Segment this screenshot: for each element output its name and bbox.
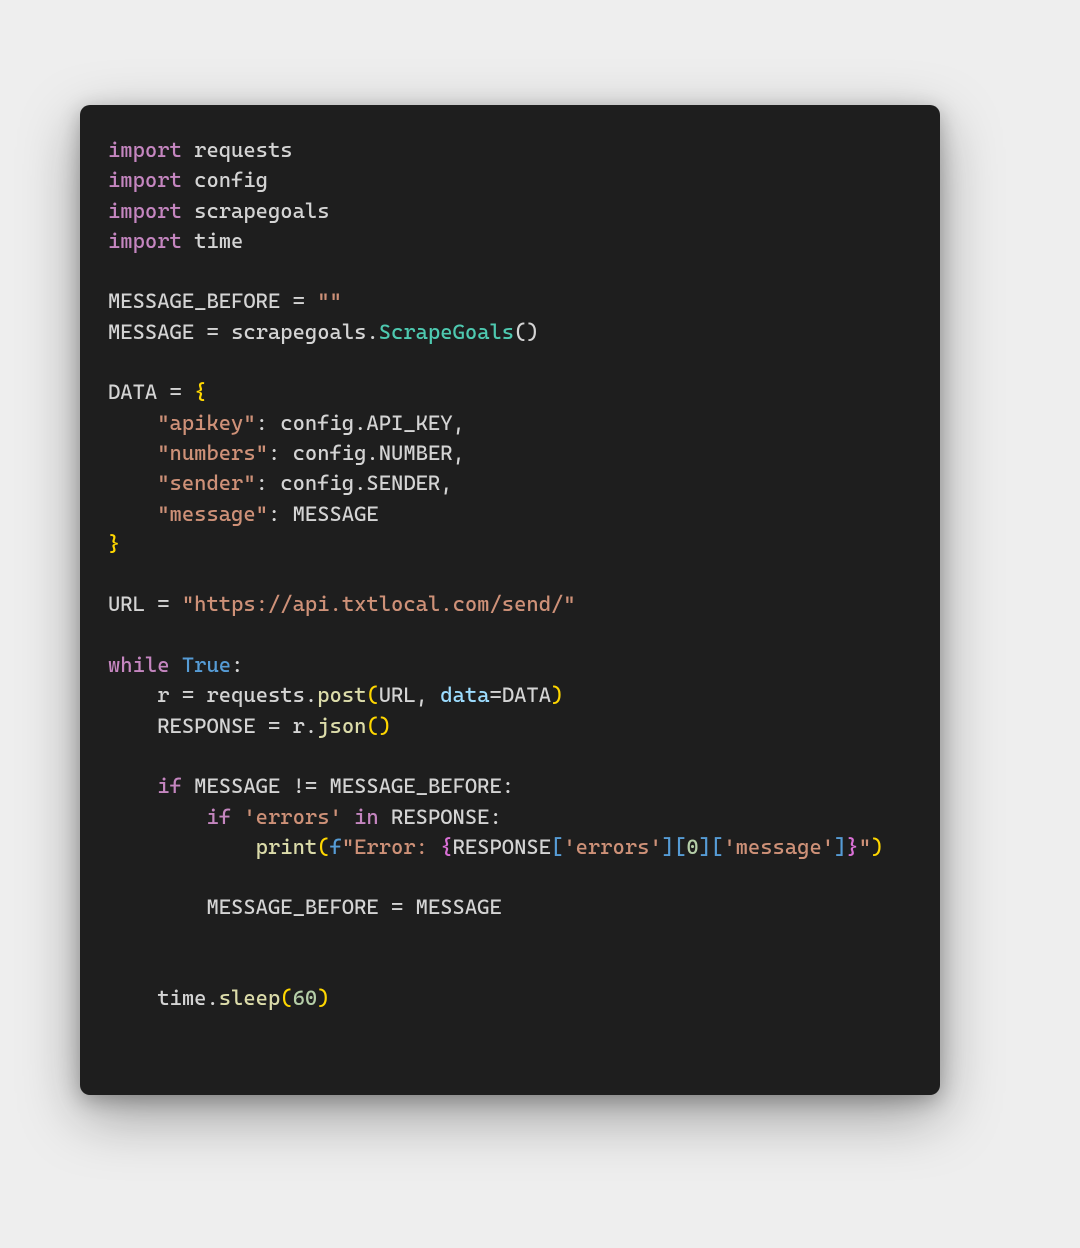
f-prefix: f (330, 835, 342, 859)
rhs-message: MESSAGE (416, 895, 502, 919)
code-card: import requests import config import scr… (80, 105, 940, 1095)
kw-if: if (206, 805, 231, 829)
kw-import: import (108, 229, 182, 253)
ref-response: RESPONSE (391, 805, 489, 829)
lit-errors: 'errors' (243, 805, 341, 829)
fstr-open: "Error: (342, 835, 440, 859)
fn-print: print (256, 835, 318, 859)
var-message: MESSAGE (108, 320, 194, 344)
var-message-before: MESSAGE_BEFORE (108, 289, 280, 313)
var-r: r (157, 683, 169, 707)
key-apikey: "apikey" (157, 411, 255, 435)
lhs-message-before: MESSAGE_BEFORE (206, 895, 378, 919)
key-message: "message" (157, 502, 268, 526)
ref-r: r (293, 714, 305, 738)
kw-if: if (157, 774, 182, 798)
ref-message: MESSAGE (194, 774, 280, 798)
lit-url: "https://api.txtlocal.com/send/" (182, 592, 576, 616)
lit-message: 'message' (723, 835, 834, 859)
kwarg-data: data (440, 683, 489, 707)
kw-import: import (108, 199, 182, 223)
kw-import: import (108, 168, 182, 192)
mod-ref: scrapegoals (231, 320, 366, 344)
code-block: import requests import config import scr… (108, 135, 912, 1014)
key-numbers: "numbers" (157, 441, 268, 465)
lit-empty: "" (317, 289, 342, 313)
var-response: RESPONSE (157, 714, 255, 738)
attr-number: NUMBER (379, 441, 453, 465)
ref-time: time (157, 986, 206, 1010)
mod-config: config (194, 168, 268, 192)
fstr-close: " (859, 835, 871, 859)
class-scrapegoals: ScrapeGoals (379, 320, 514, 344)
mod-scrapegoals: scrapegoals (194, 199, 329, 223)
arg-data: DATA (502, 683, 551, 707)
mod-time: time (194, 229, 243, 253)
kw-import: import (108, 138, 182, 162)
ref-response: RESPONSE (453, 835, 551, 859)
lit-errors: 'errors' (563, 835, 661, 859)
kw-while: while (108, 653, 170, 677)
ref-config: config (280, 471, 354, 495)
val-message: MESSAGE (293, 502, 379, 526)
fn-post: post (317, 683, 366, 707)
kw-in: in (354, 805, 379, 829)
lit-zero: 0 (686, 835, 698, 859)
fn-json: json (317, 714, 366, 738)
fn-sleep: sleep (219, 986, 281, 1010)
bool-true: True (182, 653, 231, 677)
key-sender: "sender" (157, 471, 255, 495)
op-ne: != (293, 774, 318, 798)
attr-sender: SENDER (366, 471, 440, 495)
ref-requests: requests (206, 683, 304, 707)
ref-config: config (293, 441, 367, 465)
var-url: URL (108, 592, 145, 616)
var-data: DATA (108, 380, 157, 404)
attr-api-key: API_KEY (366, 411, 452, 435)
ref-config: config (280, 411, 354, 435)
arg-url: URL (379, 683, 416, 707)
mod-requests: requests (194, 138, 292, 162)
ref-message-before: MESSAGE_BEFORE (330, 774, 502, 798)
lit-sixty: 60 (293, 986, 318, 1010)
